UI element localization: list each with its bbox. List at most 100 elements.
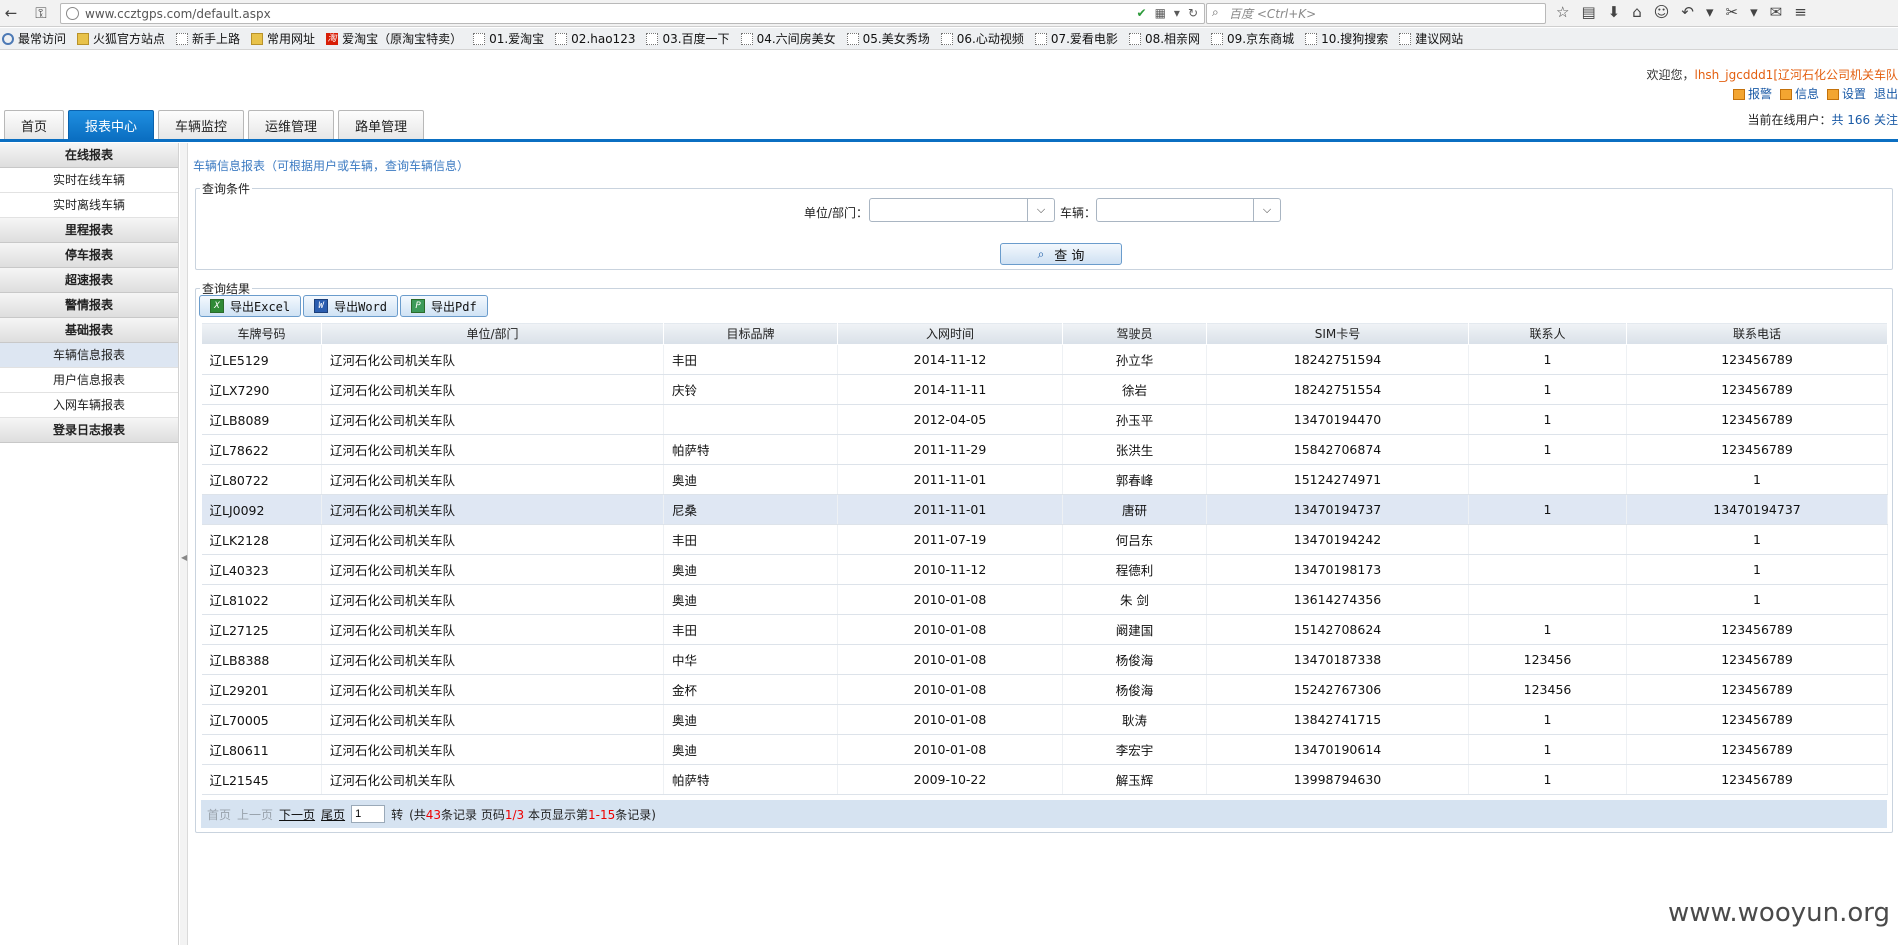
vehicle-select-value[interactable] (1097, 199, 1253, 221)
column-header[interactable]: 入网时间 (837, 322, 1063, 345)
last-page-link[interactable]: 尾页 (321, 806, 345, 823)
bookmark-item[interactable]: 最常访问 (2, 30, 66, 47)
message-icon[interactable]: ✉ (1770, 3, 1783, 21)
tab-1[interactable]: 报表中心 (68, 110, 155, 139)
bookmark-item[interactable]: 01.爱淘宝 (473, 30, 544, 47)
menu-item[interactable]: 实时离线车辆 (0, 193, 178, 218)
unit-select[interactable]: ⌵ (869, 198, 1055, 222)
tab-2[interactable]: 车辆监控 (158, 110, 245, 139)
menu-item[interactable]: 车辆信息报表 (0, 343, 178, 368)
back-icon[interactable]: ← (0, 2, 22, 24)
chevron-down-icon[interactable]: ⌵ (1027, 199, 1054, 221)
home-icon[interactable]: ⌂ (1632, 3, 1642, 21)
crop-icon[interactable]: ✂ (1726, 3, 1739, 21)
menu-group-header[interactable]: 停车报表 (0, 243, 178, 268)
table-row[interactable]: 辽LX7290 辽河石化公司机关车队 庆铃 2014-11-11 徐岩 182427515… (201, 374, 1888, 405)
table-row[interactable]: 辽LK2128 辽河石化公司机关车队 丰田 2011-07-19 何吕东 13470194… (201, 524, 1888, 555)
vehicle-select[interactable]: ⌵ (1096, 198, 1281, 222)
export-pdf-button[interactable]: P 导出Pdf (400, 295, 488, 317)
search-input[interactable]: ⌕ 百度 <Ctrl+K> (1206, 3, 1546, 24)
collapse-arrow-icon[interactable]: ◀ (181, 553, 187, 562)
star-icon[interactable]: ☆ (1556, 3, 1569, 21)
overflow-menu-icon[interactable]: ≡ (1794, 3, 1807, 21)
bookmark-item[interactable]: 08.相亲网 (1128, 30, 1200, 47)
table-row[interactable]: 辽L81022 辽河石化公司机关车队 奥迪 2010-01-08 朱 剑 13614274… (201, 584, 1888, 615)
tab-0[interactable]: 首页 (4, 110, 65, 139)
bookmark-item[interactable]: 常用网址 (251, 30, 315, 47)
menu-group-header[interactable]: 登录日志报表 (0, 418, 178, 443)
table-row[interactable]: 辽LB8089 辽河石化公司机关车队 2012-04-05 孙玉平 1347019447… (201, 404, 1888, 435)
table-cell: 辽LK2128 (201, 524, 322, 555)
bookmark-item[interactable]: 05.美女秀场 (846, 30, 930, 47)
export-word-button[interactable]: W 导出Word (303, 295, 399, 317)
logout-link[interactable]: 退出 (1874, 85, 1898, 102)
column-header[interactable]: 目标品牌 (663, 322, 838, 345)
identity-key-icon[interactable]: ⚿ (30, 2, 52, 24)
menu-item[interactable]: 用户信息报表 (0, 368, 178, 393)
bookmark-item[interactable]: 建议网站 (1399, 30, 1463, 47)
bookmark-item[interactable]: 09.京东商城 (1211, 30, 1294, 47)
settings-link[interactable]: 设置 (1826, 85, 1866, 102)
menu-dropdown-icon[interactable]: ▾ (1706, 3, 1714, 21)
first-page-link[interactable]: 首页 (207, 806, 231, 823)
bookmark-item[interactable]: 03.百度一下 (646, 30, 730, 47)
go-button[interactable]: 转 (391, 806, 403, 823)
reading-list-icon[interactable]: ▤ (1581, 3, 1595, 21)
bookmark-item[interactable]: 07.爱看电影 (1034, 30, 1118, 47)
tab-4[interactable]: 路单管理 (338, 110, 425, 139)
table-row[interactable]: 辽LJ0092 辽河石化公司机关车队 尼桑 2011-11-01 唐研 134701947… (201, 494, 1888, 525)
table-row[interactable]: 辽L70005 辽河石化公司机关车队 奥迪 2010-01-08 耿涛 138427417… (201, 704, 1888, 735)
menu-group-header[interactable]: 里程报表 (0, 218, 178, 243)
query-button[interactable]: ⌕ 查 询 (1000, 243, 1122, 265)
menu-dropdown-icon-2[interactable]: ▾ (1750, 3, 1758, 21)
column-header[interactable]: SIM卡号 (1206, 322, 1469, 345)
shield-icon[interactable]: ✔ (1137, 6, 1147, 20)
download-icon[interactable]: ⬇ (1608, 3, 1621, 21)
menu-group-header[interactable]: 在线报表 (0, 143, 178, 168)
reload-icon[interactable]: ↻ (1188, 6, 1198, 20)
sidebar-splitter[interactable]: ◀ (180, 143, 188, 945)
unit-select-value[interactable] (870, 199, 1027, 221)
export-excel-button[interactable]: X 导出Excel (199, 295, 302, 317)
table-row[interactable]: 辽L40323 辽河石化公司机关车队 奥迪 2010-11-12 程德利 13470198… (201, 554, 1888, 585)
menu-group-header[interactable]: 超速报表 (0, 268, 178, 293)
table-row[interactable]: 辽LE5129 辽河石化公司机关车队 丰田 2014-11-12 孙立华 18242751… (201, 344, 1888, 375)
user-name[interactable]: lhsh_jgcddd1[辽河石化公司机关车队 (1694, 68, 1898, 82)
message-link[interactable]: 信息 (1779, 85, 1819, 102)
menu-group-header[interactable]: 基础报表 (0, 318, 178, 343)
qr-icon[interactable]: ▦ (1155, 6, 1166, 20)
column-header[interactable]: 车牌号码 (201, 322, 322, 345)
table-row[interactable]: 辽L27125 辽河石化公司机关车队 丰田 2010-01-08 阚建国 15142708… (201, 614, 1888, 645)
table-row[interactable]: 辽L21545 辽河石化公司机关车队 帕萨特 2009-10-22 解玉辉 1399879… (201, 764, 1888, 795)
address-bar[interactable]: www.ccztgps.com/default.aspx ✔ ▦ ▾ ↻ (60, 3, 1205, 24)
bookmark-item[interactable]: 淘爱淘宝（原淘宝特卖） (326, 30, 462, 47)
chat-icon[interactable]: ☺ (1654, 3, 1670, 21)
bookmark-item[interactable]: 06.心动视频 (940, 30, 1024, 47)
menu-item[interactable]: 入网车辆报表 (0, 393, 178, 418)
table-row[interactable]: 辽L29201 辽河石化公司机关车队 金杯 2010-01-08 杨俊海 15242767… (201, 674, 1888, 705)
table-row[interactable]: 辽LB8388 辽河石化公司机关车队 中华 2010-01-08 杨俊海 13470187… (201, 644, 1888, 675)
bookmark-item[interactable]: 火狐官方站点 (77, 30, 165, 47)
dropdown-icon[interactable]: ▾ (1174, 6, 1180, 20)
tab-3[interactable]: 运维管理 (248, 110, 335, 139)
online-count[interactable]: 共 166 关注 (1831, 113, 1898, 127)
bookmark-item[interactable]: 02.hao123 (555, 32, 635, 46)
column-header[interactable]: 单位/部门 (321, 322, 664, 345)
table-row[interactable]: 辽L80722 辽河石化公司机关车队 奥迪 2011-11-01 郭春峰 15124274… (201, 464, 1888, 495)
bookmark-item[interactable]: 新手上路 (176, 30, 240, 47)
table-row[interactable]: 辽L80611 辽河石化公司机关车队 奥迪 2010-01-08 李宏宇 13470190… (201, 734, 1888, 765)
column-header[interactable]: 联系人 (1468, 322, 1627, 345)
table-row[interactable]: 辽L78622 辽河石化公司机关车队 帕萨特 2011-11-29 张洪生 1584270… (201, 434, 1888, 465)
chevron-down-icon[interactable]: ⌵ (1253, 199, 1280, 221)
column-header[interactable]: 联系电话 (1626, 322, 1888, 345)
alarm-link[interactable]: 报警 (1732, 85, 1772, 102)
menu-item[interactable]: 实时在线车辆 (0, 168, 178, 193)
prev-page-link[interactable]: 上一页 (237, 806, 273, 823)
bookmark-item[interactable]: 04.六间房美女 (740, 30, 836, 47)
page-number-input[interactable] (351, 805, 386, 823)
column-header[interactable]: 驾驶员 (1062, 322, 1207, 345)
bookmark-item[interactable]: 10.搜狗搜索 (1305, 30, 1388, 47)
menu-group-header[interactable]: 警情报表 (0, 293, 178, 318)
undo-icon[interactable]: ↶ (1681, 3, 1694, 21)
next-page-link[interactable]: 下一页 (279, 806, 315, 823)
